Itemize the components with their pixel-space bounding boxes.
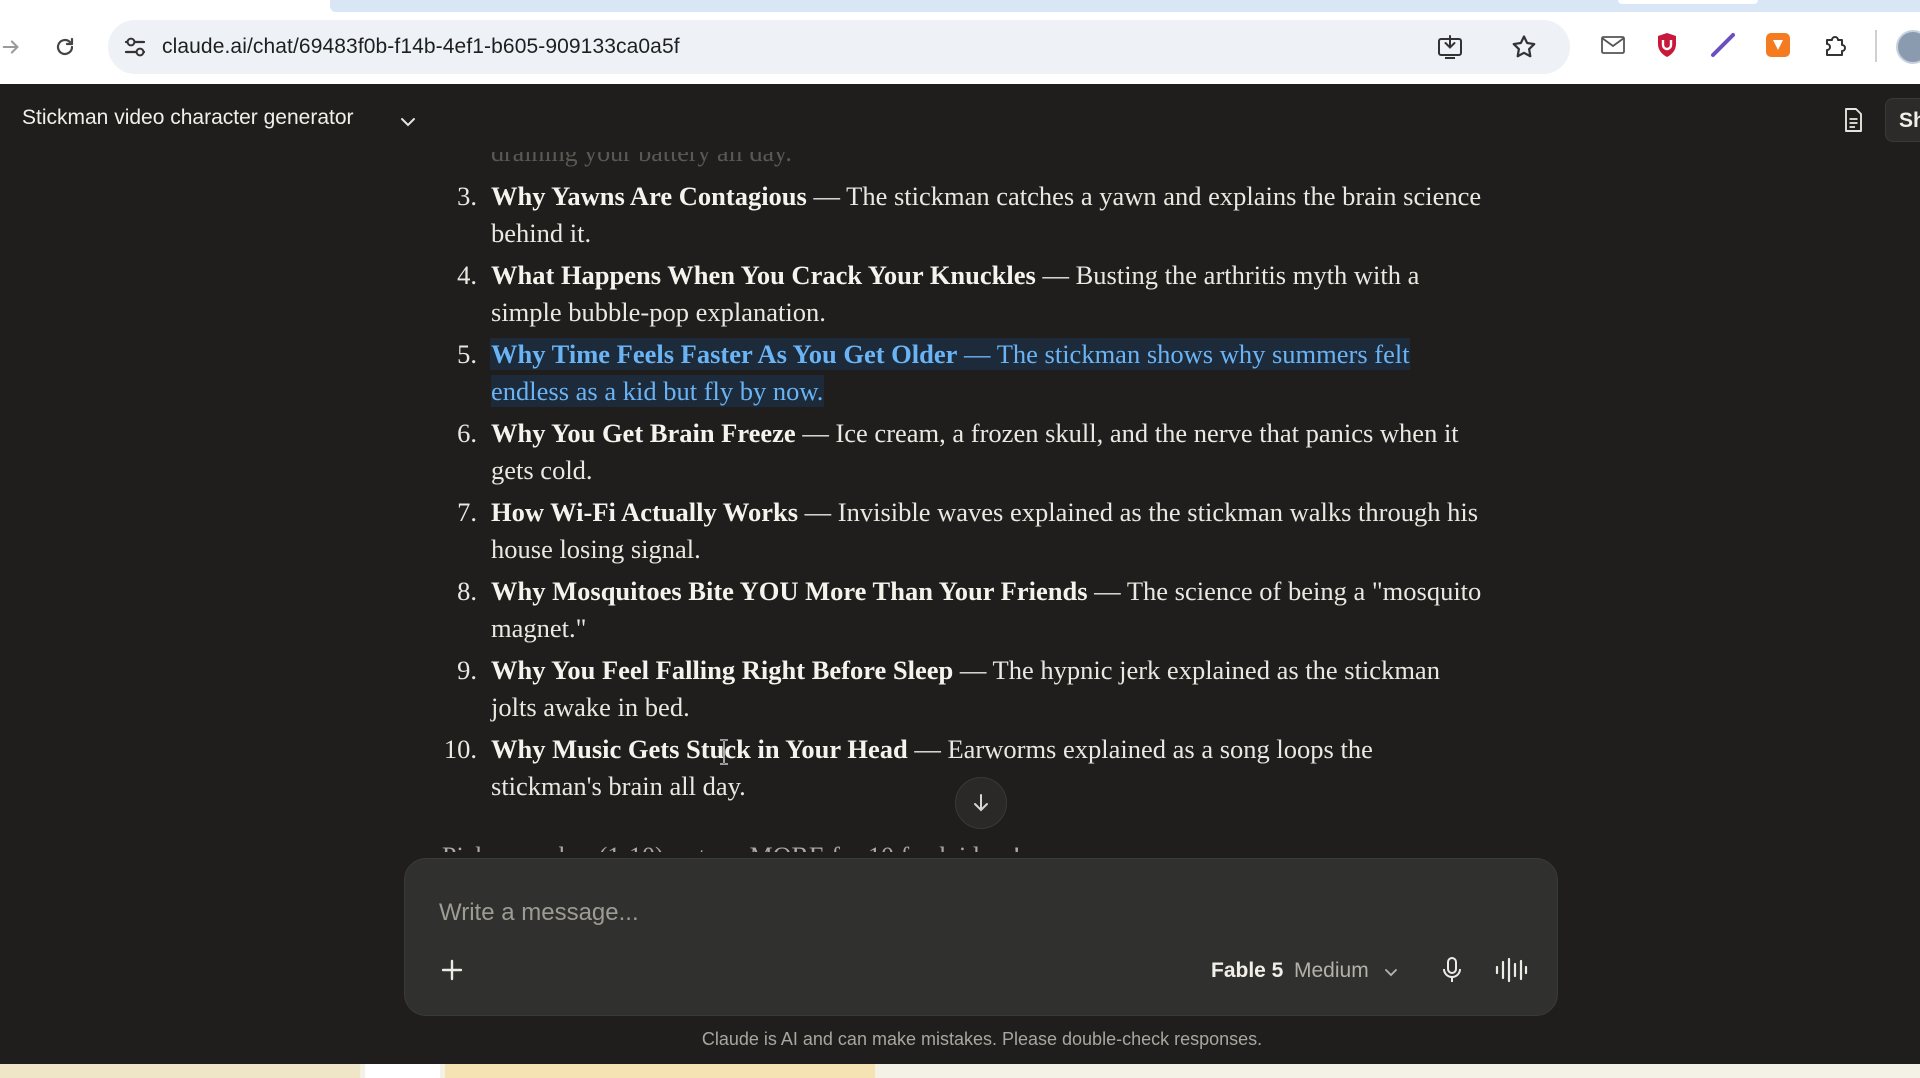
list-item-number: 10. bbox=[443, 734, 477, 764]
share-button[interactable]: Sh bbox=[1885, 98, 1920, 142]
reload-icon[interactable] bbox=[48, 30, 82, 64]
forward-icon[interactable] bbox=[0, 30, 28, 64]
list-item-selected: 5. Why Time Feels Faster As You Get Olde… bbox=[430, 336, 1490, 410]
microphone-button[interactable] bbox=[1435, 953, 1469, 987]
chevron-down-icon[interactable] bbox=[398, 112, 418, 132]
list-item-title: Why Mosquitoes Bite YOU More Than Your F… bbox=[491, 576, 1088, 606]
disclaimer-text: Claude is AI and can make mistakes. Plea… bbox=[701, 1029, 1263, 1049]
chevron-down-icon[interactable] bbox=[1382, 963, 1400, 981]
waveform-icon bbox=[1495, 957, 1528, 983]
os-taskbar bbox=[0, 1064, 1920, 1078]
list-item-title: How Wi-Fi Actually Works bbox=[491, 497, 799, 527]
chat-title[interactable]: Stickman video character generator bbox=[22, 106, 354, 130]
message-input[interactable]: Write a message... bbox=[439, 899, 639, 927]
list-item-title: Why Time Feels Faster As You Get Older bbox=[491, 339, 958, 369]
list-item: 8. Why Mosquitoes Bite YOU More Than You… bbox=[430, 573, 1490, 647]
text-cursor-icon bbox=[718, 738, 730, 766]
list-item-title: What Happens When You Crack Your Knuckle… bbox=[491, 260, 1036, 290]
document-icon[interactable] bbox=[1840, 107, 1866, 133]
list-item-number: 7. bbox=[457, 497, 477, 527]
url-text[interactable]: claude.ai/chat/69483f0b-f14b-4ef1-b605-9… bbox=[162, 35, 680, 59]
list-item-number: 9. bbox=[457, 655, 477, 685]
browser-toolbar: claude.ai/chat/69483f0b-f14b-4ef1-b605-9… bbox=[0, 0, 1920, 84]
conversation-area: draining your battery all day. 3. Why Ya… bbox=[0, 152, 1920, 852]
active-tab-edge bbox=[1618, 0, 1758, 4]
faded-next-text: Pick a number (1-10) or type MORE for 10… bbox=[442, 842, 1021, 852]
pen-extension-icon[interactable] bbox=[1708, 30, 1738, 60]
list-item-number: 8. bbox=[457, 576, 477, 606]
taskbar-item[interactable] bbox=[445, 1064, 875, 1078]
list-item: 7. How Wi-Fi Actually Works — Invisible … bbox=[430, 494, 1490, 568]
chat-header: Stickman video character generator Sh bbox=[0, 84, 1920, 152]
arrow-down-icon bbox=[974, 794, 988, 812]
extensions-puzzle-icon[interactable] bbox=[1820, 30, 1850, 60]
site-settings-icon[interactable] bbox=[122, 34, 150, 60]
list-item-number: 6. bbox=[457, 418, 477, 448]
topic-list: 3. Why Yawns Are Contagious — The stickm… bbox=[430, 178, 1490, 810]
list-item-title: Why Music Gets Stuck in Your Head bbox=[491, 734, 908, 764]
shield-extension-icon[interactable] bbox=[1652, 30, 1682, 60]
list-item-title: Why You Feel Falling Right Before Sleep bbox=[491, 655, 954, 685]
bookmark-star-icon[interactable] bbox=[1510, 33, 1538, 61]
list-item-number: 4. bbox=[457, 260, 477, 290]
share-button-label: Sh bbox=[1899, 109, 1920, 132]
faded-previous-text: draining your battery all day. bbox=[491, 152, 792, 167]
list-item-title: Why Yawns Are Contagious bbox=[491, 181, 807, 211]
message-composer[interactable]: Write a message... Fable 5 Medium bbox=[404, 858, 1558, 1016]
list-item-number: 5. bbox=[457, 339, 477, 369]
toolbar-divider bbox=[1875, 30, 1877, 62]
plus-icon bbox=[441, 959, 463, 981]
taskbar-item[interactable] bbox=[0, 1064, 360, 1078]
address-bar[interactable]: claude.ai/chat/69483f0b-f14b-4ef1-b605-9… bbox=[108, 20, 1570, 74]
effort-selector[interactable]: Medium bbox=[1294, 959, 1369, 983]
list-item-title: Why You Get Brain Freeze bbox=[491, 418, 796, 448]
add-attachment-button[interactable] bbox=[435, 953, 469, 987]
scroll-to-bottom-button[interactable] bbox=[955, 777, 1007, 829]
microphone-icon bbox=[1443, 957, 1461, 982]
list-item: 6. Why You Get Brain Freeze — Ice cream,… bbox=[430, 415, 1490, 489]
profile-avatar[interactable] bbox=[1896, 30, 1920, 64]
install-app-icon[interactable] bbox=[1436, 33, 1464, 61]
orange-extension-icon[interactable] bbox=[1763, 30, 1793, 60]
list-item-number: 3. bbox=[457, 181, 477, 211]
taskbar-item[interactable] bbox=[365, 1064, 440, 1078]
list-item: 3. Why Yawns Are Contagious — The stickm… bbox=[430, 178, 1490, 252]
voice-mode-button[interactable] bbox=[1491, 953, 1531, 987]
list-item: 9. Why You Feel Falling Right Before Sle… bbox=[430, 652, 1490, 726]
mail-extension-icon[interactable] bbox=[1598, 30, 1628, 60]
list-item: 4. What Happens When You Crack Your Knuc… bbox=[430, 257, 1490, 331]
model-selector[interactable]: Fable 5 bbox=[1211, 959, 1283, 983]
selected-text-highlight: Why Time Feels Faster As You Get Older —… bbox=[491, 339, 1410, 406]
